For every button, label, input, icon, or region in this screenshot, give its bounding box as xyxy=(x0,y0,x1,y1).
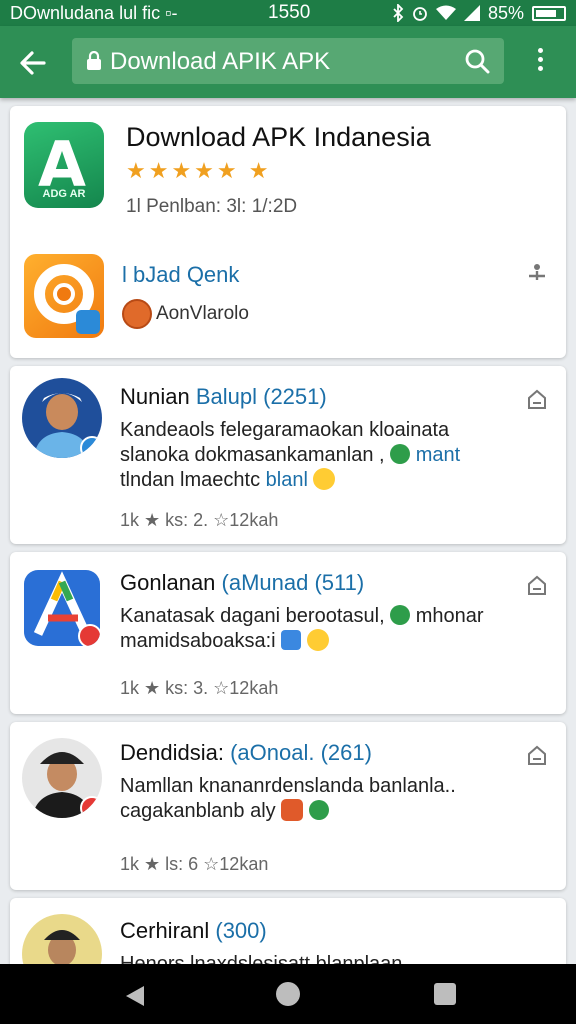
blue-emoji-icon xyxy=(281,630,302,650)
post-link[interactable]: blanl xyxy=(266,469,308,491)
post-handle[interactable]: (300) xyxy=(215,918,266,943)
signal-icon xyxy=(463,5,480,21)
secondary-app-icon[interactable] xyxy=(24,254,104,338)
post-title: Nunian Balupl (2251) xyxy=(120,384,327,410)
share-icon[interactable] xyxy=(526,574,548,596)
post-card[interactable]: Gonlanan (aMunad (511) Kanatasak dagani … xyxy=(10,552,566,714)
green-emoji-icon xyxy=(390,444,411,464)
rating-stars: ★★★★★ ★ xyxy=(126,158,272,183)
author-name: AonVlarolo xyxy=(156,303,249,324)
app-title: Download APK Indanesia xyxy=(126,122,431,152)
nav-recents-icon[interactable] xyxy=(434,983,456,1005)
url-search-bar[interactable]: Download APIK APK xyxy=(72,38,504,84)
search-text: Download APIK APK xyxy=(110,48,331,75)
search-icon[interactable] xyxy=(464,48,490,74)
post-line-text: cagakanblanb aly xyxy=(120,800,276,822)
wifi-icon xyxy=(435,5,456,20)
green-emoji-icon xyxy=(390,605,411,625)
post-line-text: mamidsaboaksa:i xyxy=(120,630,276,652)
post-author: Dendidsia: xyxy=(120,740,231,765)
app-logo-icon[interactable]: A ADG AR xyxy=(24,122,104,208)
post-line-text: tlndan lmaechtc xyxy=(120,469,266,491)
battery-percent: 85% xyxy=(487,2,524,23)
post-body: Kandeaols felegaramaokan kloainata slano… xyxy=(120,418,540,493)
post-card[interactable]: Nunian Balupl (2251) Kandeaols felegaram… xyxy=(10,366,566,544)
app-header-card: A ADG AR Download APK Indanesia ★★★★★ ★ … xyxy=(10,106,566,358)
post-card[interactable]: Dendidsia: (aOnoal. (261) Namllan knanan… xyxy=(10,722,566,890)
post-line-text: slanoka dokmasankamanlan , xyxy=(120,444,385,466)
battery-icon xyxy=(532,5,566,21)
smile-emoji-icon xyxy=(313,468,336,490)
post-line-text: Kanatasak dagani berootasul, xyxy=(120,605,385,627)
avatar[interactable] xyxy=(24,570,100,646)
post-line-tail: mant xyxy=(415,444,461,466)
post-author: Nunian xyxy=(120,384,196,409)
post-line: slanoka dokmasankamanlan , mant xyxy=(120,443,540,468)
app-meta: 1l Penlban: 3l: 1/:2D xyxy=(126,196,298,217)
status-icons: 85% xyxy=(392,3,566,24)
lock-icon xyxy=(87,51,101,70)
overflow-menu-icon[interactable] xyxy=(528,48,552,78)
red-emoji-icon xyxy=(281,799,304,821)
author-row: AonVlarolo xyxy=(122,294,249,334)
card-menu-icon[interactable] xyxy=(530,130,550,156)
back-arrow-icon[interactable] xyxy=(18,48,48,78)
post-stats: 1k ★ ks: 2. ☆12kah xyxy=(120,510,279,530)
card-menu-icon[interactable] xyxy=(530,922,550,948)
post-handle[interactable]: Balupl (2251) xyxy=(196,384,327,409)
avatar[interactable] xyxy=(22,738,102,818)
post-line: Namllan knananrdenslanda banlanla.. xyxy=(120,775,456,797)
post-title: Cerhiranl (300) xyxy=(120,918,267,944)
settings-icon[interactable] xyxy=(526,260,548,282)
notification-badge-icon xyxy=(78,624,100,646)
post-author: Gonlanan xyxy=(120,570,222,595)
avatar[interactable] xyxy=(22,378,102,458)
post-stats: 1k ★ ks: 3. ☆12kah xyxy=(120,678,279,698)
bluetooth-icon xyxy=(393,4,404,22)
green-emoji-icon xyxy=(308,800,329,820)
status-time: 1550 xyxy=(268,2,311,23)
app-bar: Download APIK APK xyxy=(0,26,576,98)
smile-emoji-icon xyxy=(306,629,329,651)
post-line: Kandeaols felegaramaokan kloainata xyxy=(120,419,450,441)
post-line: mamidsaboaksa:i xyxy=(120,629,540,654)
post-handle[interactable]: (aMunad (511) xyxy=(222,570,365,595)
post-body: Kanatasak dagani berootasul, mhonar mami… xyxy=(120,604,540,654)
status-notifications: DOwnludana lul ﬁc ▫- xyxy=(10,2,178,23)
post-title: Gonlanan (aMunad (511) xyxy=(120,570,364,596)
post-line: Kanatasak dagani berootasul, mhonar xyxy=(120,604,540,629)
verified-badge-icon xyxy=(80,436,102,458)
author-emoji-icon xyxy=(122,299,152,329)
post-line: cagakanblanb aly xyxy=(120,799,540,824)
post-line: tlndan lmaechtc blanl xyxy=(120,468,540,493)
post-author: Cerhiranl xyxy=(120,918,216,943)
post-handle[interactable]: (aOnoal. (261) xyxy=(230,740,372,765)
post-line-tail: mhonar xyxy=(415,605,484,627)
nav-back-icon[interactable] xyxy=(124,984,146,1008)
alarm-icon xyxy=(413,7,427,21)
app-logo-subtext: ADG AR xyxy=(42,188,86,200)
notification-badge-icon xyxy=(80,796,102,818)
status-bar: DOwnludana lul ﬁc ▫- 1550 85% xyxy=(0,0,576,26)
post-stats: 1k ★ ls: 6 ☆12kan xyxy=(120,854,269,874)
share-icon[interactable] xyxy=(526,388,548,410)
share-icon[interactable] xyxy=(526,744,548,766)
system-nav-bar xyxy=(0,964,576,1024)
post-body: Namllan knananrdenslanda banlanla.. caga… xyxy=(120,774,540,824)
post-title: Dendidsia: (aOnoal. (261) xyxy=(120,740,372,766)
app-link[interactable]: l bJad Qenk xyxy=(122,262,239,288)
nav-home-icon[interactable] xyxy=(276,982,300,1006)
